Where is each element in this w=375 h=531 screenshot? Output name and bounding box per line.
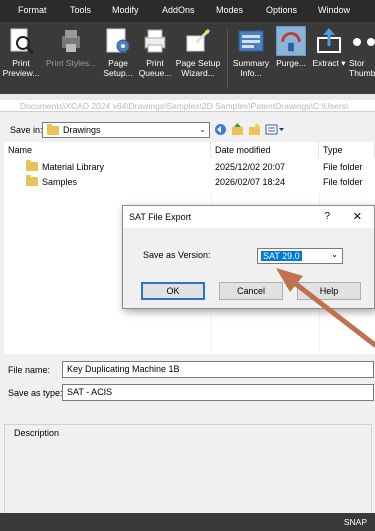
annotation-arrow bbox=[276, 268, 375, 348]
